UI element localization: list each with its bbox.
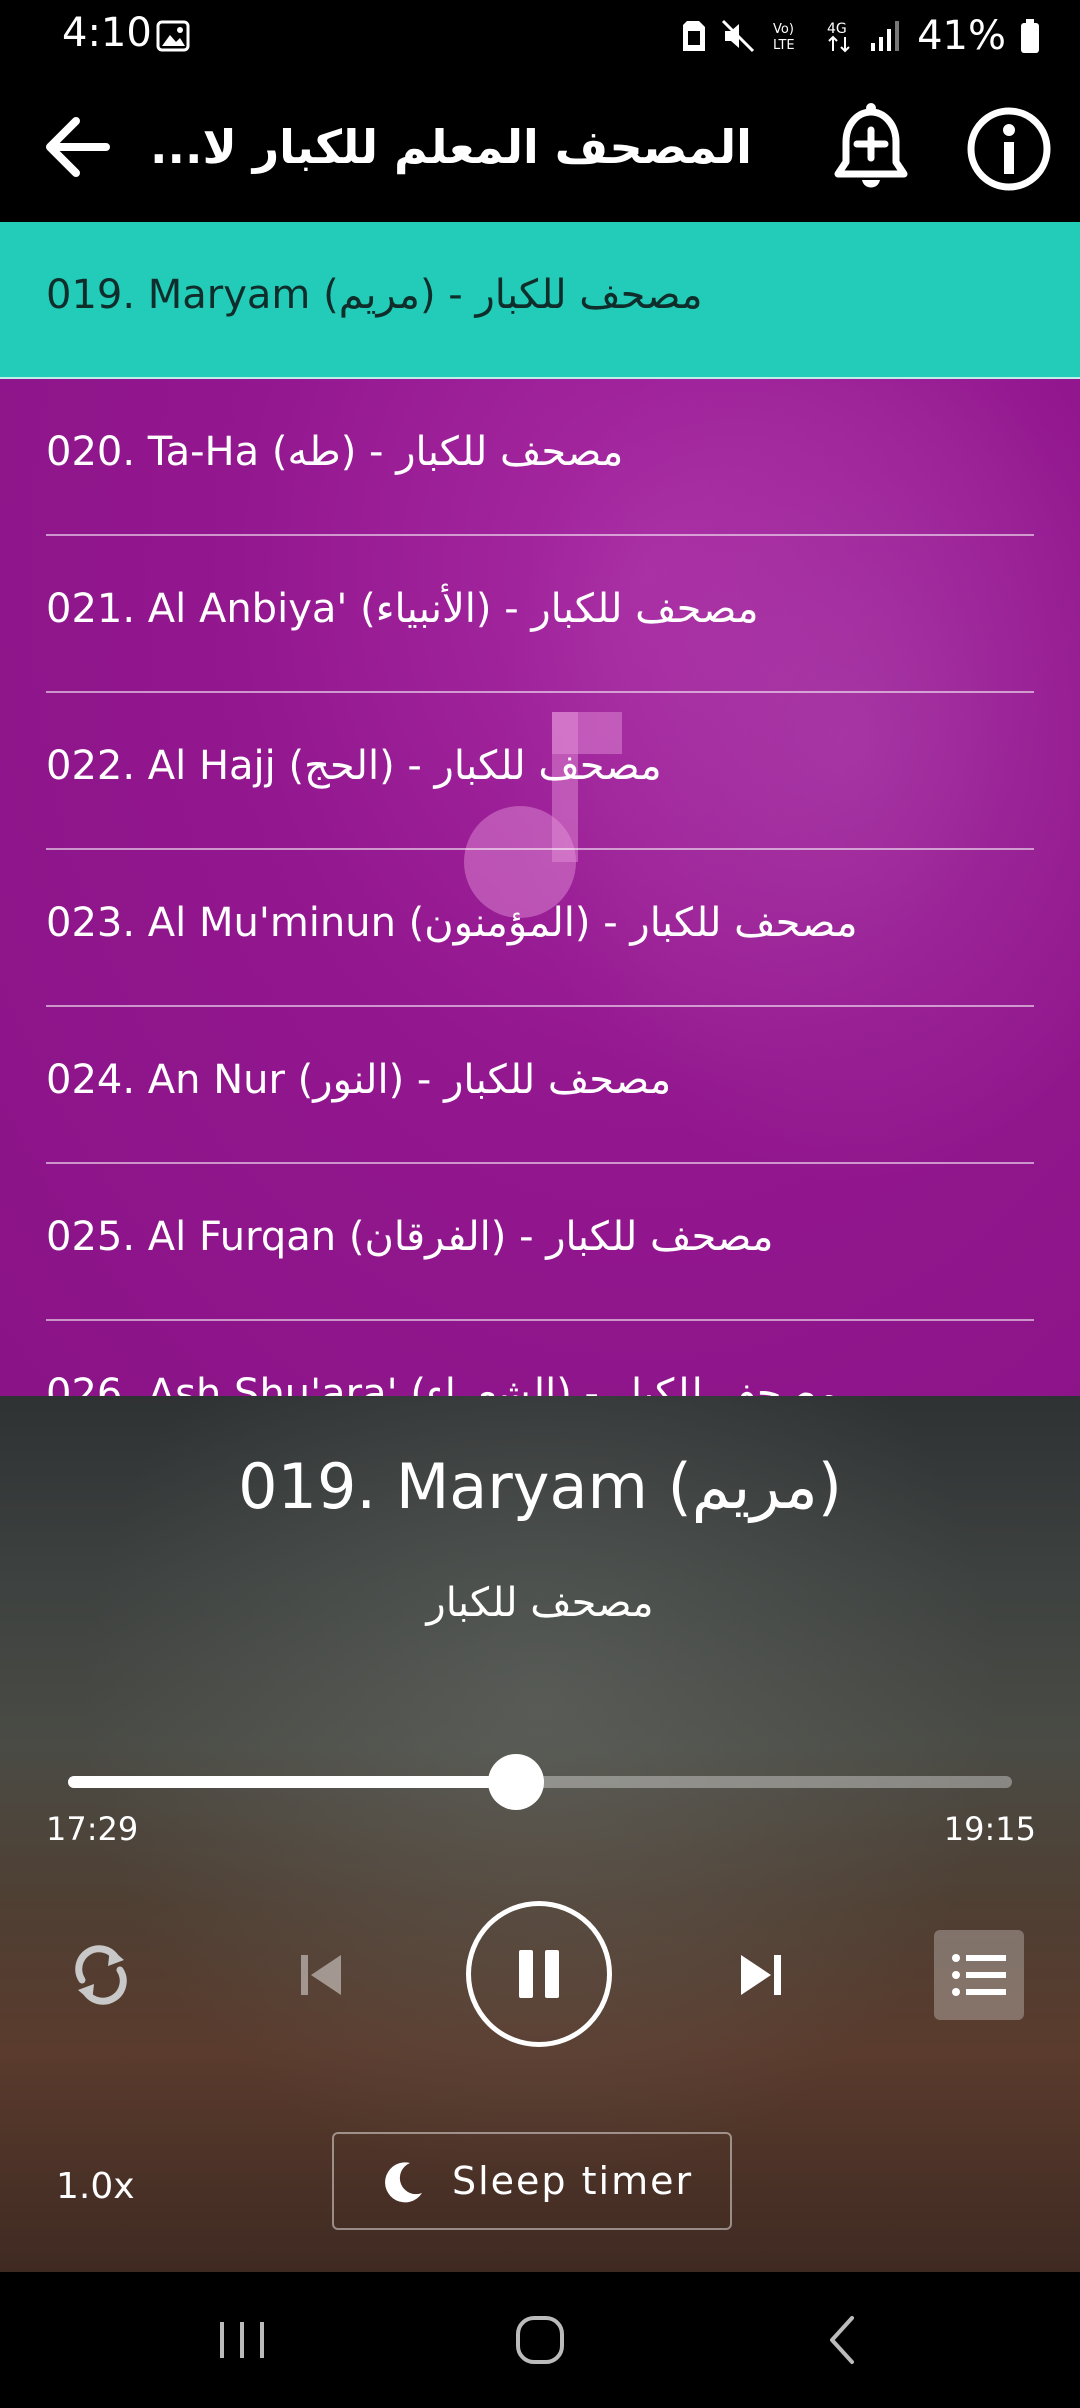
track-label: 022. Al Hajj (الحج) - مصحف للكبار xyxy=(46,743,662,789)
seek-bar[interactable] xyxy=(68,1754,1012,1810)
skip-previous-icon xyxy=(301,1955,341,1995)
repeat-button[interactable] xyxy=(62,1936,140,2014)
signal-icon xyxy=(871,21,900,51)
now-playing-title: 019. Maryam (مريم) xyxy=(238,1450,842,1523)
back-arrow-icon[interactable] xyxy=(36,105,120,189)
skip-next-icon xyxy=(741,1955,781,1995)
moon-icon xyxy=(385,2162,422,2203)
svg-text:LTE: LTE xyxy=(773,38,795,53)
battery-icon xyxy=(1021,19,1039,53)
mute-icon xyxy=(722,19,755,53)
svg-text:Vo): Vo) xyxy=(773,22,794,37)
page-title: ...المصحف المعلم للكبار لا xyxy=(150,120,750,174)
next-button[interactable] xyxy=(722,1936,800,2014)
now-playing-subtitle: مصحف للكبار xyxy=(426,1580,654,1626)
playlist-icon xyxy=(952,1954,1006,1996)
4g-icon: 4G xyxy=(827,21,850,53)
track-item[interactable]: 021. Al Anbiya' (الأنبياء) - مصحف للكبار xyxy=(0,536,1080,693)
status-bar: 4:10 Vo) LTE 4G 41% xyxy=(0,0,1080,72)
app-bar: ...المصحف المعلم للكبار لا xyxy=(0,72,1080,222)
track-label: 025. Al Furqan (الفرقان) - مصحف للكبار xyxy=(46,1214,774,1260)
sleep-timer-label: Sleep timer xyxy=(452,2159,694,2203)
repeat-icon xyxy=(75,1945,127,2005)
sleep-timer-button[interactable]: Sleep timer xyxy=(332,2132,732,2230)
recents-icon[interactable] xyxy=(210,2308,274,2372)
pause-button[interactable] xyxy=(466,1901,612,2047)
track-item[interactable]: 026. Ash Shu'ara' (الشعراء) - مصحف للكبا… xyxy=(0,1321,1080,1396)
status-indicators: Vo) LTE 4G 41% xyxy=(681,12,1040,60)
now-playing-panel: 019. Maryam (مريم) مصحف للكبار 17:29 19:… xyxy=(0,1396,1080,2272)
total-time: 19:15 xyxy=(943,1810,1036,1848)
track-item[interactable]: 022. Al Hajj (الحج) - مصحف للكبار xyxy=(0,693,1080,850)
info-icon[interactable] xyxy=(964,104,1054,194)
sim-card-icon xyxy=(683,21,706,51)
nav-back-icon[interactable] xyxy=(812,2308,876,2372)
pause-icon xyxy=(519,1950,559,1998)
seek-thumb[interactable] xyxy=(488,1754,545,1810)
bell-plus-icon[interactable] xyxy=(824,100,918,194)
seek-progress xyxy=(68,1776,517,1788)
track-label: 026. Ash Shu'ara' (الشعراء) - مصحف للكبا… xyxy=(46,1371,839,1396)
track-label: 020. Ta-Ha (طه) - مصحف للكبار xyxy=(46,429,624,475)
status-time: 4:10 xyxy=(62,10,152,56)
track-list[interactable]: 019. Maryam (مريم) - مصحف للكبار 020. Ta… xyxy=(0,222,1080,1396)
playlist-button[interactable] xyxy=(934,1930,1024,2020)
track-label: 021. Al Anbiya' (الأنبياء) - مصحف للكبار xyxy=(46,586,759,632)
track-label: 023. Al Mu'minun (المؤمنون) - مصحف للكبا… xyxy=(46,900,858,946)
battery-percent: 41% xyxy=(917,13,1006,59)
elapsed-time: 17:29 xyxy=(46,1810,139,1848)
track-item[interactable]: 025. Al Furqan (الفرقان) - مصحف للكبار xyxy=(0,1164,1080,1321)
track-label: 024. An Nur (النور) - مصحف للكبار xyxy=(46,1057,672,1103)
svg-text:4G: 4G xyxy=(827,21,847,37)
playback-speed[interactable]: 1.0x xyxy=(56,2166,135,2207)
image-notification-icon xyxy=(156,20,190,52)
track-item[interactable]: 020. Ta-Ha (طه) - مصحف للكبار xyxy=(0,379,1080,536)
volte-icon: Vo) LTE xyxy=(773,22,795,53)
track-label: 019. Maryam (مريم) - مصحف للكبار xyxy=(46,272,703,318)
track-item[interactable]: 023. Al Mu'minun (المؤمنون) - مصحف للكبا… xyxy=(0,850,1080,1007)
track-item-active[interactable]: 019. Maryam (مريم) - مصحف للكبار xyxy=(0,222,1080,379)
home-icon[interactable] xyxy=(508,2308,572,2372)
previous-button[interactable] xyxy=(282,1936,360,2014)
track-item[interactable]: 024. An Nur (النور) - مصحف للكبار xyxy=(0,1007,1080,1164)
system-nav-bar xyxy=(0,2272,1080,2408)
